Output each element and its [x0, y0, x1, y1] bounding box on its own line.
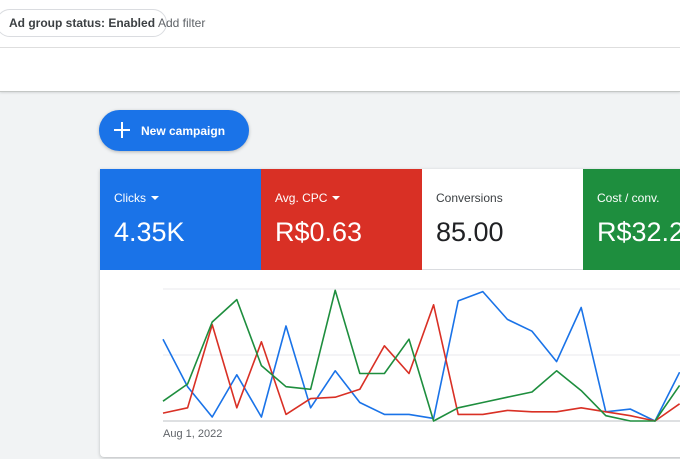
performance-card: Clicks 4.35K Avg. CPC R$0.63 Conversions…	[100, 169, 680, 457]
chart-series-line-2	[162, 289, 680, 422]
scorecard-label: Cost / conv.	[597, 191, 660, 205]
scorecard-value: R$32.2	[597, 217, 680, 247]
scorecard-conversions[interactable]: Conversions 85.00	[422, 169, 583, 270]
caret-down-icon	[151, 195, 159, 200]
scorecard-label: Avg. CPC	[275, 191, 341, 205]
plus-icon	[113, 121, 131, 139]
scorecard-value: 4.35K	[114, 217, 185, 247]
new-campaign-label: New campaign	[141, 124, 226, 138]
scorecard-value: 85.00	[436, 217, 504, 247]
chart-series-line-1	[162, 303, 680, 422]
new-campaign-button[interactable]: New campaign	[99, 110, 249, 151]
scorecard-label: Clicks	[114, 191, 159, 205]
caret-down-icon	[332, 195, 341, 200]
chip-key: Ad group status:	[9, 16, 105, 30]
filter-bar: Ad group status: Enabled Add filter	[0, 0, 680, 48]
scorecard-label: Conversions	[436, 191, 503, 205]
ad-group-status-filter-chip[interactable]: Ad group status: Enabled	[0, 9, 168, 37]
scorecard-avg-cpc[interactable]: Avg. CPC R$0.63	[261, 169, 422, 270]
scorecard-value: R$0.63	[275, 217, 363, 247]
scorecard-clicks[interactable]: Clicks 4.35K	[100, 169, 261, 270]
performance-chart: Aug 1, 2022	[100, 270, 680, 457]
chip-value: Enabled	[108, 16, 156, 30]
x-axis-start-label: Aug 1, 2022	[163, 428, 223, 440]
add-filter-link[interactable]: Add filter	[158, 16, 205, 30]
toolbar-band	[0, 48, 680, 92]
scorecard-cost-per-conv[interactable]: Cost / conv. R$32.2	[583, 169, 680, 270]
